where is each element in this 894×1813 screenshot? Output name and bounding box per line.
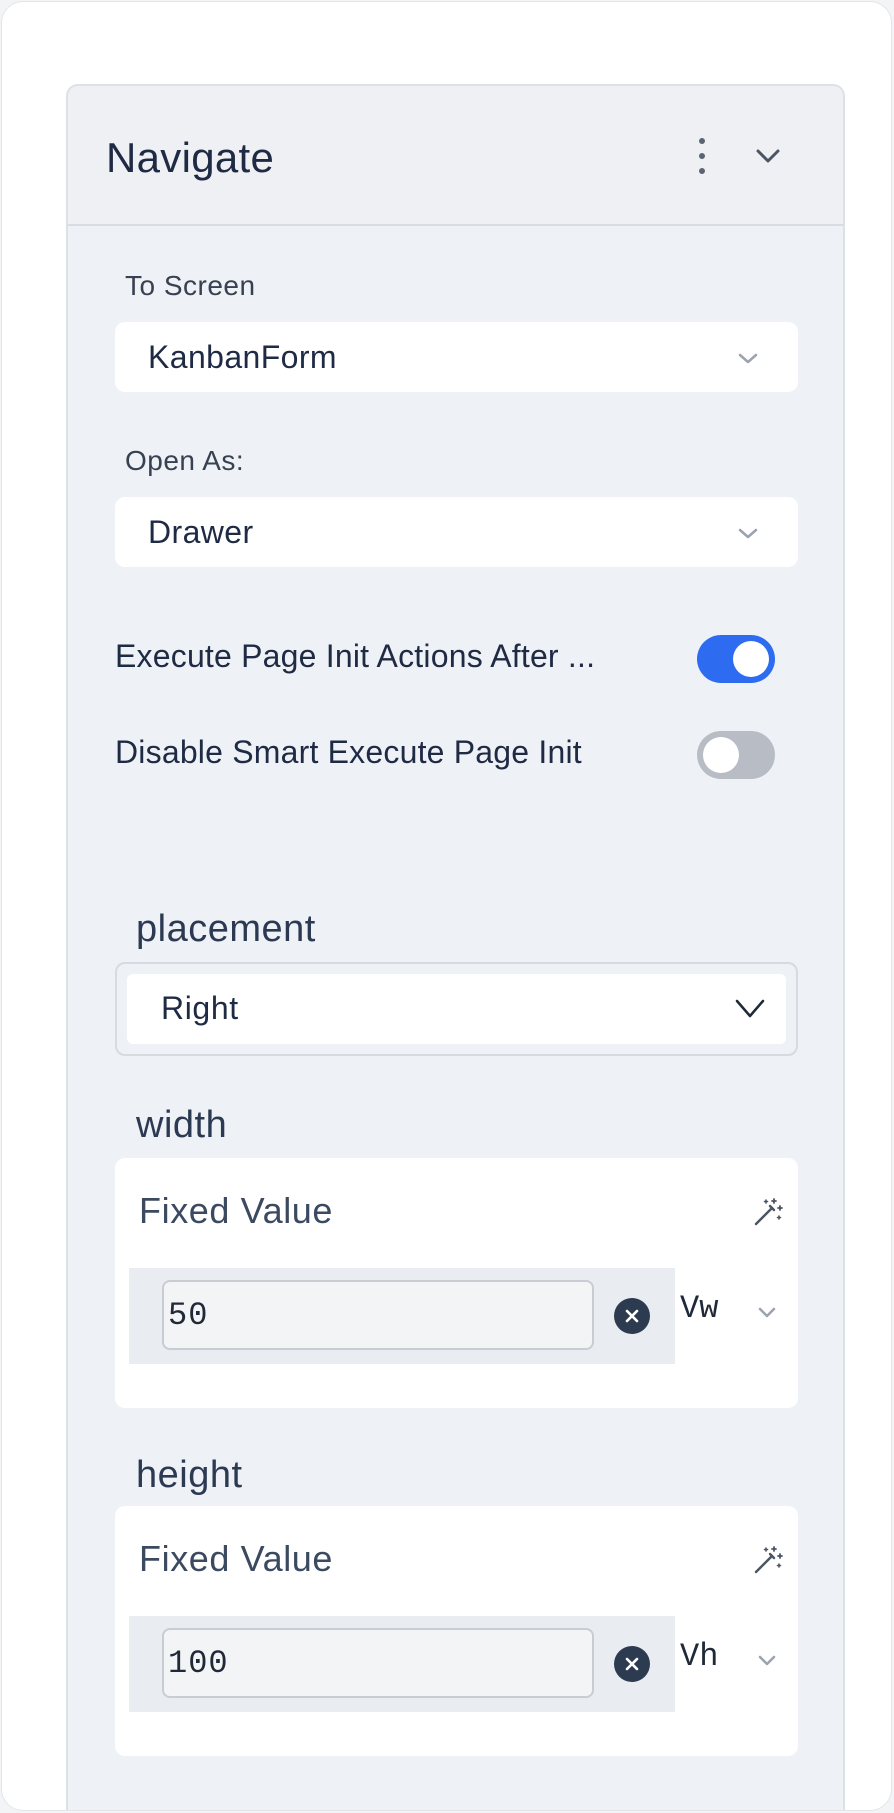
width-mode-label: Fixed Value <box>139 1190 334 1231</box>
toggle-knob <box>733 641 769 677</box>
kebab-menu-icon[interactable] <box>688 136 716 176</box>
chevron-down-icon <box>732 990 768 1026</box>
clear-icon[interactable] <box>614 1646 650 1682</box>
open-as-label: Open As: <box>125 445 245 476</box>
app-window: Navigate To Screen KanbanForm Open As: D… <box>1 1 892 1811</box>
execute-init-toggle[interactable] <box>697 635 775 683</box>
height-title: height <box>136 1454 243 1496</box>
toggle-knob <box>703 737 739 773</box>
height-card: Fixed Value Vh <box>115 1506 798 1756</box>
width-title: width <box>136 1104 228 1146</box>
placement-select-inner: Right <box>127 974 786 1044</box>
disable-smart-toggle[interactable] <box>697 731 775 779</box>
panel-header: Navigate <box>68 86 843 226</box>
navigate-panel: Navigate To Screen KanbanForm Open As: D… <box>66 84 845 1810</box>
height-mode-label: Fixed Value <box>139 1538 334 1579</box>
magic-wand-icon[interactable] <box>752 1544 784 1576</box>
width-input-zone <box>129 1268 675 1364</box>
collapse-chevron-icon[interactable] <box>754 142 782 170</box>
height-unit[interactable]: Vh <box>680 1638 718 1675</box>
to-screen-value: KanbanForm <box>148 339 337 375</box>
placement-value: Right <box>161 990 239 1026</box>
to-screen-label: To Screen <box>125 270 256 301</box>
execute-init-label: Execute Page Init Actions After ... <box>115 638 596 674</box>
chevron-down-icon <box>734 344 762 372</box>
placement-select[interactable]: Right <box>115 962 798 1056</box>
width-card: Fixed Value Vw <box>115 1158 798 1408</box>
height-input-zone <box>129 1616 675 1712</box>
magic-wand-icon[interactable] <box>752 1196 784 1228</box>
disable-smart-label: Disable Smart Execute Page Init <box>115 734 582 770</box>
open-as-value: Drawer <box>148 514 254 550</box>
width-unit[interactable]: Vw <box>680 1290 718 1327</box>
placement-title: placement <box>136 908 316 950</box>
chevron-down-icon[interactable] <box>755 1648 779 1672</box>
height-value-input[interactable] <box>162 1628 594 1698</box>
chevron-down-icon <box>734 519 762 547</box>
chevron-down-icon[interactable] <box>755 1300 779 1324</box>
clear-icon[interactable] <box>614 1298 650 1334</box>
open-as-select[interactable]: Drawer <box>115 497 798 567</box>
width-value-input[interactable] <box>162 1280 594 1350</box>
to-screen-select[interactable]: KanbanForm <box>115 322 798 392</box>
panel-title: Navigate <box>106 134 275 181</box>
